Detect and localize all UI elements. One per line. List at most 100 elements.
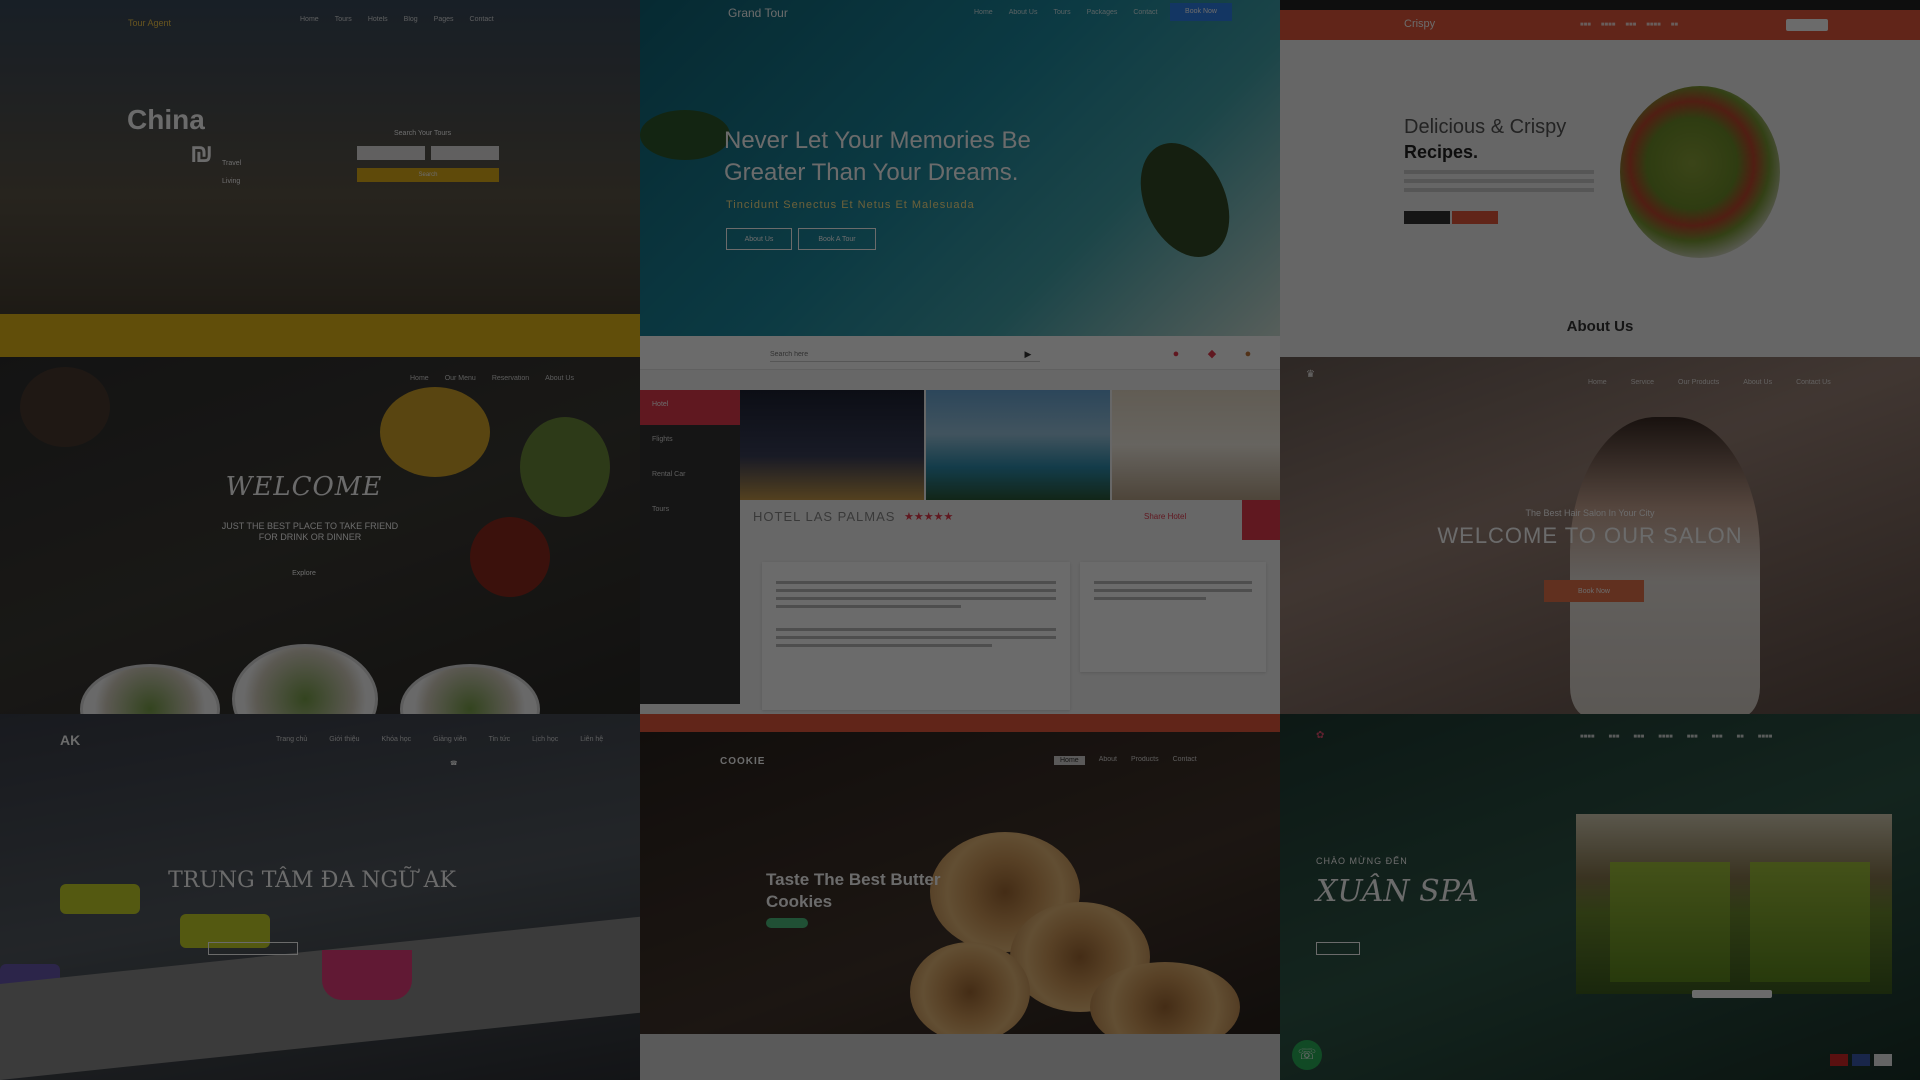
nav-item[interactable]: Our Products xyxy=(1678,379,1719,386)
logo-caption-item: Living xyxy=(222,178,241,185)
header-button[interactable] xyxy=(1786,19,1828,31)
nav-item[interactable]: Contact xyxy=(470,16,494,23)
sidebar-item-flights[interactable]: Flights xyxy=(640,425,740,460)
nav-item[interactable]: Contact Us xyxy=(1796,379,1831,386)
nav-item[interactable]: Giảng viên xyxy=(433,736,466,743)
nav-item[interactable]: Home xyxy=(300,16,319,23)
hero-title: Never Let Your Memories Be Greater Than … xyxy=(724,125,1124,189)
nav-item[interactable]: Giới thiệu xyxy=(329,736,359,743)
nav-item[interactable]: ■■■ xyxy=(1625,22,1636,28)
nav-item[interactable]: ■■■■ xyxy=(1658,734,1673,740)
nav-item[interactable]: ■■ xyxy=(1737,734,1744,740)
destination-input[interactable] xyxy=(357,146,425,160)
nav-item[interactable]: ■■■■ xyxy=(1601,22,1616,28)
secondary-button[interactable] xyxy=(1452,211,1498,224)
tag-icon[interactable]: ◆ xyxy=(1204,346,1220,362)
nav-item[interactable]: About Us xyxy=(1009,9,1038,16)
flag-icon[interactable] xyxy=(1874,1054,1892,1066)
nav-item[interactable]: ■■■ xyxy=(1687,734,1698,740)
top-bar xyxy=(1280,0,1920,10)
explore-link[interactable]: Explore xyxy=(0,570,608,577)
tile-spa[interactable]: ✿ ■■■■ ■■■ ■■■ ■■■■ ■■■ ■■■ ■■ ■■■■ CHÀO… xyxy=(1280,714,1920,1080)
cta-button[interactable] xyxy=(766,918,808,928)
nav-item[interactable]: ■■ xyxy=(1671,22,1678,28)
nav-item[interactable]: Liên hệ xyxy=(580,736,603,743)
cta-button[interactable] xyxy=(1316,942,1360,955)
primary-button[interactable] xyxy=(1404,211,1450,224)
slider-dots[interactable] xyxy=(1692,990,1772,998)
nav-item[interactable]: Lịch học xyxy=(532,736,558,743)
nav-item[interactable]: ■■■■ xyxy=(1646,22,1661,28)
book-now-button[interactable]: Book Now xyxy=(1170,3,1232,21)
nav-item[interactable]: Trang chủ xyxy=(276,736,307,743)
nav-item[interactable]: Contact xyxy=(1173,756,1197,765)
tile-grand-tour[interactable]: Grand Tour Home About Us Tours Packages … xyxy=(640,0,1280,336)
book-now-button[interactable]: Book Now xyxy=(1544,580,1644,602)
register-button[interactable] xyxy=(208,942,298,955)
sidebar-item-hotel[interactable]: Hotel xyxy=(640,390,740,425)
hotel-photo[interactable] xyxy=(1112,390,1280,500)
book-tour-button[interactable]: Book A Tour xyxy=(798,228,876,250)
tile-cookie[interactable]: COOKIE Home About Products Contact Taste… xyxy=(640,732,1280,1080)
nav-item[interactable]: Contact xyxy=(1133,9,1157,16)
nav-item[interactable]: ■■■■ xyxy=(1580,734,1595,740)
hotel-photo[interactable] xyxy=(740,390,924,500)
nav-item[interactable]: Service xyxy=(1631,379,1654,386)
nav-item[interactable]: ■■■ xyxy=(1633,734,1644,740)
sidebar-item-tours[interactable]: Tours xyxy=(640,495,740,530)
brand-logo: AK xyxy=(60,732,81,748)
nav-item[interactable]: Home xyxy=(974,9,993,16)
search-arrow-icon[interactable]: ▶ xyxy=(1020,346,1036,362)
nav-item[interactable]: About Us xyxy=(1743,379,1772,386)
nav-item[interactable]: Tin tức xyxy=(489,736,511,743)
nav-item[interactable]: Our Menu xyxy=(445,375,476,382)
nav-item[interactable]: Tours xyxy=(335,16,352,23)
search-input[interactable] xyxy=(770,348,1040,362)
flag-en-icon[interactable] xyxy=(1852,1054,1870,1066)
star-rating: ★★★★★ xyxy=(904,511,954,523)
hotel-photo[interactable] xyxy=(926,390,1110,500)
nav-item[interactable]: ■■■ xyxy=(1609,734,1620,740)
nav-item[interactable]: Khóa học xyxy=(382,736,412,743)
share-link[interactable]: Share Hotel xyxy=(1144,512,1186,521)
nav-item[interactable]: Hotels xyxy=(368,16,388,23)
review-card xyxy=(1080,562,1266,672)
nav-item[interactable]: About Us xyxy=(545,375,574,382)
nav-item[interactable]: Tours xyxy=(1053,9,1070,16)
tile-china-tour[interactable]: Tour Agent Home Tours Hotels Blog Pages … xyxy=(0,0,640,357)
pencil-cup-image xyxy=(322,950,412,1000)
about-button[interactable]: About Us xyxy=(726,228,792,250)
nav-item[interactable]: ■■■ xyxy=(1580,22,1591,28)
nav-item[interactable]: About xyxy=(1099,756,1117,765)
nav-item[interactable]: Pages xyxy=(434,16,454,23)
nav-item[interactable]: Products xyxy=(1131,756,1159,765)
search-button[interactable]: Search xyxy=(357,168,499,182)
flag-vn-icon[interactable] xyxy=(1830,1054,1848,1066)
nav-item[interactable]: Blog xyxy=(404,16,418,23)
nav-item[interactable]: Packages xyxy=(1087,9,1118,16)
search-form-title: Search Your Tours xyxy=(394,130,452,137)
nav-item[interactable]: Home xyxy=(1588,379,1607,386)
phone-icon[interactable]: ☏ xyxy=(1292,1040,1322,1070)
tile-restaurant[interactable]: Home Our Menu Reservation About Us WELCO… xyxy=(0,357,640,714)
tile-salon[interactable]: ♛ Home Service Our Products About Us Con… xyxy=(1280,357,1920,714)
tile-language-center[interactable]: AK Trang chủ Giới thiệu Khóa học Giảng v… xyxy=(0,714,640,1080)
hero-title: TRUNG TÂM ĐA NGỮ AK xyxy=(168,868,456,893)
nav-item-active[interactable]: Home xyxy=(1054,756,1085,765)
cart-icon[interactable]: ● xyxy=(1168,346,1184,362)
nav-item[interactable]: Home xyxy=(410,375,429,382)
main-nav: Home About Products Contact xyxy=(1054,756,1197,765)
avatar[interactable]: ● xyxy=(1240,346,1256,362)
nav-item[interactable]: ■■■■ xyxy=(1758,734,1773,740)
spa-bed-image xyxy=(1750,862,1870,982)
nav-item[interactable]: ■■■ xyxy=(1712,734,1723,740)
hero-subtitle: Tincidunt Senectus Et Netus Et Malesuada xyxy=(726,199,975,211)
brand-logo: Crispy xyxy=(1404,18,1436,30)
tile-crispy[interactable]: Crispy ■■■ ■■■■ ■■■ ■■■■ ■■ Delicious & … xyxy=(1280,0,1920,357)
date-input[interactable] xyxy=(431,146,499,160)
main-nav: ■■■■ ■■■ ■■■ ■■■■ ■■■ ■■■ ■■ ■■■■ xyxy=(1580,734,1772,740)
main-nav: Home Our Menu Reservation About Us xyxy=(410,375,574,382)
sidebar-item-rental-car[interactable]: Rental Car xyxy=(640,460,740,495)
nav-item[interactable]: Reservation xyxy=(492,375,529,382)
tile-hotel-booking[interactable]: ▶ ● ◆ ● Hotel Flights Rental Car Tours H… xyxy=(640,336,1280,732)
